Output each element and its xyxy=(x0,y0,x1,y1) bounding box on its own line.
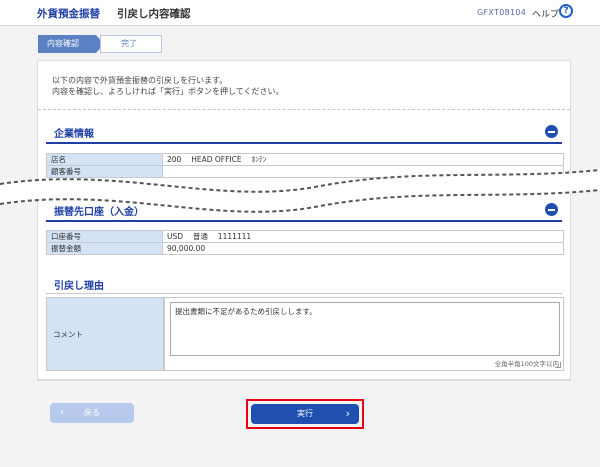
back-button[interactable]: ‹ 戻る xyxy=(50,403,134,423)
chevron-left-icon: ‹ xyxy=(60,407,64,418)
comment-cell: 提出書類に不足があるため引戻しします。 全角半角100文字以内 xyxy=(164,297,564,371)
step-confirm: 内容確認 xyxy=(38,35,104,53)
intro-line-1: 以下の内容で外貨預金振替の引戻しを行います。 xyxy=(52,76,228,85)
deposit-table: 口座番号 USD 普通 1111111 振替金額 90,000.00 xyxy=(46,230,564,255)
app-title: 外貨預金振替 xyxy=(37,8,100,20)
intro-line-2: 内容を確認し、よろしければ「実行」ボタンを押してください。 xyxy=(52,87,284,96)
transfer-amount-value: 90,000.00 xyxy=(162,242,564,255)
comment-label: コメント xyxy=(46,297,164,371)
comment-hint: 全角半角100文字以内 xyxy=(494,360,559,368)
execute-button-label: 実行 xyxy=(297,409,313,418)
reason-section-title: 引戻し理由 xyxy=(54,281,104,292)
company-section-title: 企業情報 xyxy=(54,129,94,140)
page-break-decoration xyxy=(0,169,600,213)
screen-id: GFXT08104 xyxy=(477,8,527,17)
back-button-label: 戻る xyxy=(84,408,100,417)
help-link[interactable]: ヘルプ xyxy=(532,7,559,20)
table-row: 振替金額 90,000.00 xyxy=(46,242,564,255)
step-complete: 完了 xyxy=(100,35,162,53)
intro-text: 以下の内容で外貨預金振替の引戻しを行います。 内容を確認し、よろしければ「実行」… xyxy=(52,75,284,97)
account-number-label: 口座番号 xyxy=(46,230,163,243)
page-header: 外貨預金振替 引戻し内容確認 GFXT08104 ヘルプ ? xyxy=(0,0,600,26)
main-card: 以下の内容で外貨預金振替の引戻しを行います。 内容を確認し、よろしければ「実行」… xyxy=(37,60,571,380)
execute-button[interactable]: 実行 › xyxy=(251,404,359,424)
section-rule xyxy=(46,293,562,294)
footer-divider xyxy=(37,380,571,381)
section-rule xyxy=(46,142,562,144)
divider xyxy=(38,109,570,110)
section-rule xyxy=(46,220,562,222)
help-icon[interactable]: ? xyxy=(559,4,573,18)
chevron-right-icon: › xyxy=(345,407,350,420)
account-number-value: USD 普通 1111111 xyxy=(162,230,564,243)
page-title: 引戻し内容確認 xyxy=(117,8,191,20)
transfer-amount-label: 振替金額 xyxy=(46,242,163,255)
comment-textarea[interactable]: 提出書類に不足があるため引戻しします。 xyxy=(170,302,560,356)
execute-highlight: 実行 › xyxy=(246,399,364,429)
collapse-company-icon[interactable] xyxy=(545,125,558,138)
table-row: 口座番号 USD 普通 1111111 xyxy=(46,230,564,243)
